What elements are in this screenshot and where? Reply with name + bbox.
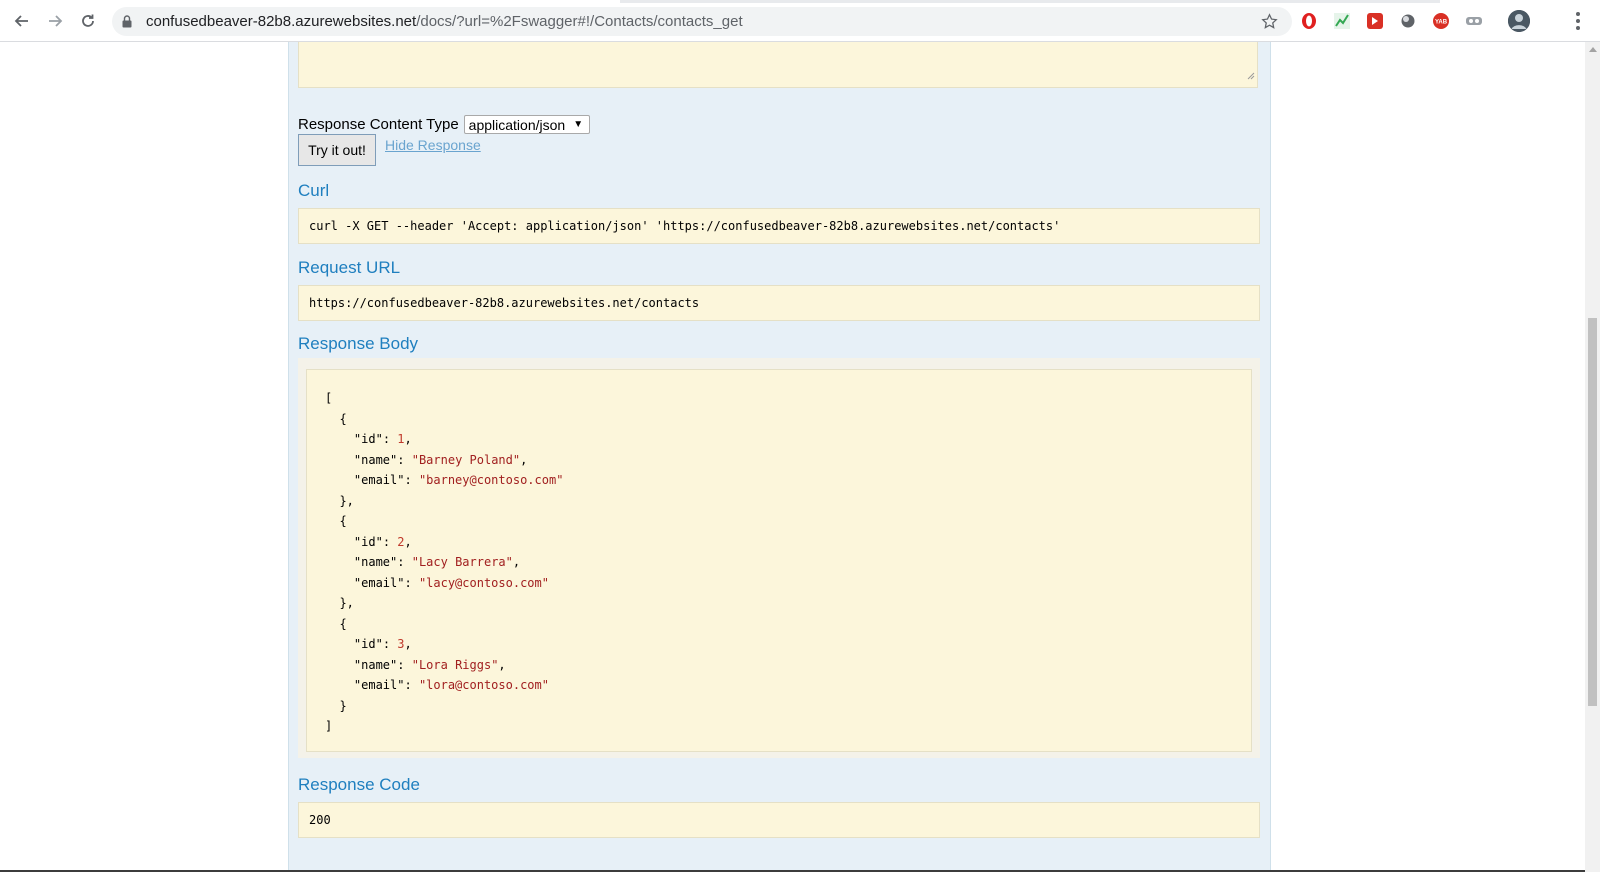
response-body-code: [ { "id": 1, "name": "Barney Poland", "e… xyxy=(306,369,1252,752)
json-line: } xyxy=(325,698,347,714)
bookmark-star-icon[interactable] xyxy=(1261,13,1278,35)
browser-toolbar: confusedbeaver-82b8.azurewebsites.net/do… xyxy=(0,0,1600,42)
json-value: 2 xyxy=(397,534,405,549)
response-body-heading: Response Body xyxy=(298,334,419,353)
json-value: "Lacy Barrera" xyxy=(411,555,513,569)
play-extension-icon[interactable] xyxy=(1366,12,1384,30)
json-line: { xyxy=(325,616,347,632)
json-key: "id" xyxy=(353,432,383,446)
try-it-out-button[interactable]: Try it out! xyxy=(298,134,376,166)
json-key: "id" xyxy=(353,637,383,651)
json-value: "barney@contoso.com" xyxy=(418,473,564,487)
json-line: "id": 3, xyxy=(353,637,412,651)
svg-text:YAB: YAB xyxy=(1435,20,1448,26)
json-key: "name" xyxy=(353,452,398,467)
json-key: "id" xyxy=(353,534,383,549)
json-punctuation: }, xyxy=(339,596,354,610)
json-punctuation: }, xyxy=(339,493,354,508)
json-value: "lora@contoso.com" xyxy=(418,678,549,692)
glasses-extension-icon[interactable] xyxy=(1465,12,1483,30)
json-line: ] xyxy=(325,718,332,734)
json-line: { xyxy=(325,411,347,427)
scrollbar-thumb[interactable] xyxy=(1588,318,1597,706)
json-value: "lacy@contoso.com" xyxy=(418,575,549,590)
json-key: "email" xyxy=(353,575,405,590)
json-punctuation: , xyxy=(512,555,521,569)
resize-grip-icon[interactable] xyxy=(1247,67,1255,85)
response-content-type-label: Response Content Type xyxy=(298,116,459,133)
back-icon[interactable] xyxy=(12,11,32,31)
json-punctuation: , xyxy=(404,637,412,651)
circle-extension-icon[interactable] xyxy=(1399,12,1417,30)
request-url-value: https://confusedbeaver-82b8.azurewebsite… xyxy=(298,285,1260,321)
url-path: /docs/?url=%2Fswagger#!/Contacts/contact… xyxy=(416,13,743,30)
curl-command: curl -X GET --header 'Accept: applicatio… xyxy=(298,208,1260,244)
response-code-heading: Response Code xyxy=(298,775,420,794)
scroll-up-arrow-icon[interactable] xyxy=(1589,47,1597,52)
json-line: "email": "lora@contoso.com" xyxy=(353,678,549,692)
address-url[interactable]: confusedbeaver-82b8.azurewebsites.net/do… xyxy=(146,7,743,36)
hide-response-link[interactable]: Hide Response xyxy=(385,137,481,153)
json-line: "id": 1, xyxy=(353,432,412,446)
response-code-value: 200 xyxy=(298,802,1260,838)
json-line: }, xyxy=(325,493,354,509)
json-line: }, xyxy=(325,595,354,611)
request-body-textarea[interactable] xyxy=(298,42,1258,88)
content-type-selected: application/json xyxy=(468,116,566,133)
json-punctuation: , xyxy=(520,452,528,467)
json-key: "email" xyxy=(353,678,405,692)
request-url-heading: Request URL xyxy=(298,258,401,277)
json-punctuation: ] xyxy=(325,719,333,733)
json-punctuation: , xyxy=(498,657,506,672)
avatar-icon[interactable] xyxy=(1508,10,1530,32)
response-body-container: [ { "id": 1, "name": "Barney Poland", "e… xyxy=(298,358,1260,758)
json-value: "Barney Poland" xyxy=(411,452,521,467)
json-punctuation: { xyxy=(339,616,347,631)
json-value: 3 xyxy=(397,637,405,651)
json-line: "name": "Barney Poland", xyxy=(353,452,528,467)
json-line: "id": 2, xyxy=(353,534,412,549)
json-punctuation: } xyxy=(339,698,347,713)
json-line: "email": "barney@contoso.com" xyxy=(353,473,564,487)
json-punctuation: , xyxy=(404,534,412,549)
address-bar[interactable]: confusedbeaver-82b8.azurewebsites.net/do… xyxy=(112,7,1292,36)
chart-extension-icon[interactable] xyxy=(1333,12,1351,30)
yab-extension-icon[interactable]: YAB xyxy=(1432,12,1450,30)
json-line: "email": "lacy@contoso.com" xyxy=(353,575,549,590)
json-key: "name" xyxy=(353,555,398,569)
operation-panel: Response Content Type application/json ▼… xyxy=(288,42,1271,872)
json-punctuation: { xyxy=(339,411,347,426)
json-line: "name": "Lora Riggs", xyxy=(353,657,506,672)
json-line: "name": "Lacy Barrera", xyxy=(353,555,521,569)
forward-icon[interactable] xyxy=(45,11,65,31)
json-value: "Lora Riggs" xyxy=(411,657,499,672)
url-host: confusedbeaver-82b8.azurewebsites.net xyxy=(146,13,417,30)
select-caret-icon: ▼ xyxy=(573,119,584,130)
json-punctuation: { xyxy=(339,514,347,528)
reload-icon[interactable] xyxy=(78,11,98,31)
json-punctuation: , xyxy=(404,432,412,446)
json-key: "name" xyxy=(353,657,398,672)
json-value: 1 xyxy=(397,432,405,446)
json-key: "email" xyxy=(353,473,405,487)
json-line: [ xyxy=(325,390,332,406)
menu-icon[interactable] xyxy=(1575,12,1581,30)
content-type-select[interactable]: application/json ▼ xyxy=(463,115,591,134)
curl-heading: Curl xyxy=(298,181,330,200)
response-content-type-row: Response Content Type application/json ▼ xyxy=(298,115,591,134)
lock-icon xyxy=(122,15,132,33)
json-line: { xyxy=(325,513,347,529)
json-punctuation: [ xyxy=(325,391,333,405)
tab-strip-edge xyxy=(620,0,1440,3)
opera-extension-icon[interactable] xyxy=(1300,12,1318,30)
